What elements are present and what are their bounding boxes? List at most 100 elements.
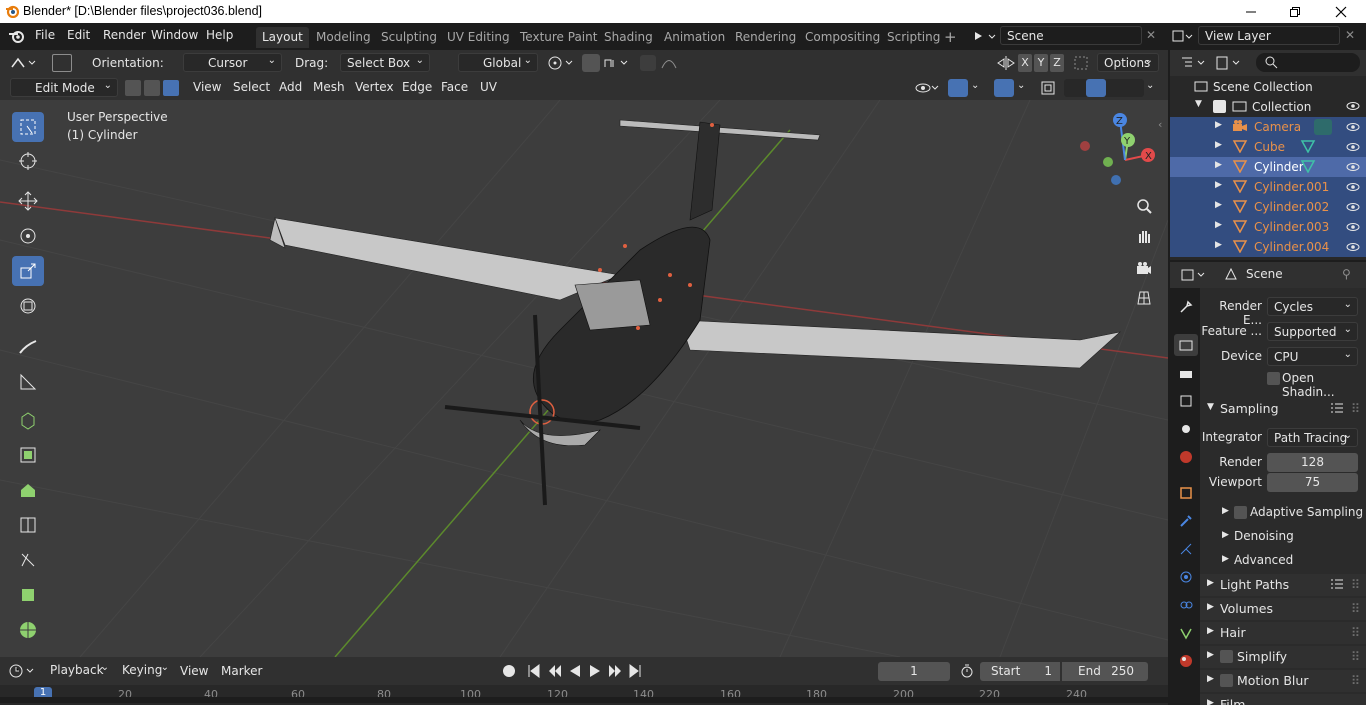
measure-tool-icon[interactable] xyxy=(12,367,44,397)
drag-handle-icon[interactable]: ⠿ xyxy=(1351,577,1360,592)
render-tab-icon[interactable] xyxy=(1174,334,1198,356)
expand-arrow-icon[interactable]: ▼ xyxy=(1195,99,1202,109)
menu-face[interactable]: Face xyxy=(436,78,473,97)
menu-file[interactable]: File xyxy=(35,28,55,42)
face-select-icon[interactable] xyxy=(163,80,179,96)
adaptive-sampling-subpanel[interactable]: ▶ Adaptive Sampling xyxy=(1200,502,1366,524)
active-tool-icon[interactable] xyxy=(52,54,72,72)
vertex-select-icon[interactable] xyxy=(125,80,141,96)
pan-hand-icon[interactable] xyxy=(1130,222,1158,250)
view-layer-tab-icon[interactable] xyxy=(1174,390,1198,412)
constraints-tab-icon[interactable] xyxy=(1174,594,1198,616)
expand-arrow-icon[interactable]: ▶ xyxy=(1215,140,1222,150)
render-engine-dropdown[interactable]: Cycles ⌄ xyxy=(1267,297,1358,316)
cursor-tool-icon[interactable] xyxy=(12,146,44,176)
tab-uv-editing[interactable]: UV Editing xyxy=(441,27,516,48)
scene-selector-icon[interactable] xyxy=(973,29,997,43)
material-tab-icon[interactable] xyxy=(1174,650,1198,672)
motion-blur-panel-header[interactable]: ▶ Motion Blur ⠿ xyxy=(1200,670,1366,692)
outliner-row-cylinder-003[interactable]: ▶ Cylinder.003 xyxy=(1170,217,1366,237)
menu-select[interactable]: Select xyxy=(228,78,275,97)
outliner-row-cylinder[interactable]: ▶ Cylinder xyxy=(1170,157,1366,177)
auto-merge-icon[interactable] xyxy=(1073,55,1089,71)
expand-arrow-icon[interactable]: ▶ xyxy=(1215,220,1222,230)
properties-editor-icon[interactable] xyxy=(1180,267,1208,283)
eye-icon[interactable] xyxy=(1346,160,1360,174)
simplify-checkbox[interactable] xyxy=(1220,650,1233,663)
solid-shading-icon[interactable] xyxy=(1086,79,1106,97)
eye-icon[interactable] xyxy=(1346,220,1360,234)
film-panel-header[interactable]: ▶ Film xyxy=(1200,694,1366,705)
maximize-button[interactable] xyxy=(1272,0,1318,23)
timeline-ruler[interactable]: 1 20 40 60 80 100 120 140 160 180 200 22… xyxy=(0,685,1168,705)
eye-icon[interactable] xyxy=(1346,240,1360,254)
scale-tool-icon[interactable] xyxy=(12,256,44,286)
outliner-row-scene-collection[interactable]: Scene Collection xyxy=(1170,77,1366,97)
outliner-row-cylinder-001[interactable]: ▶ Cylinder.001 xyxy=(1170,177,1366,197)
mesh-symmetry-icon[interactable] xyxy=(996,55,1016,71)
menu-edge[interactable]: Edge xyxy=(397,78,437,97)
menu-window[interactable]: Window xyxy=(151,28,198,42)
outliner-editor-icon[interactable] xyxy=(1180,55,1208,71)
expand-arrow-icon[interactable]: ▶ xyxy=(1215,180,1222,190)
presets-icon[interactable] xyxy=(1330,401,1344,415)
object-tab-icon[interactable] xyxy=(1174,482,1198,504)
chevron-down-icon[interactable]: ⌄ xyxy=(1017,80,1025,91)
pin-icon[interactable]: ⚲ xyxy=(1342,267,1351,281)
current-frame-field[interactable]: 1 xyxy=(878,662,950,681)
eye-icon[interactable] xyxy=(1346,99,1360,113)
timeline-editor-icon[interactable] xyxy=(8,663,38,679)
sidebar-toggle-icon[interactable]: ‹ xyxy=(1158,118,1162,131)
eye-icon[interactable] xyxy=(915,80,941,96)
play-icon[interactable] xyxy=(588,663,602,679)
mesh-data-icon[interactable] xyxy=(1300,139,1316,153)
3d-viewport[interactable]: User Perspective (1) Cylinder X Y Z ‹ xyxy=(0,100,1168,657)
denoising-subpanel[interactable]: ▶ Denoising xyxy=(1200,526,1366,548)
loop-cut-tool-icon[interactable] xyxy=(12,510,44,540)
mirror-z-toggle[interactable]: Z xyxy=(1050,54,1064,72)
motion-blur-checkbox[interactable] xyxy=(1220,674,1233,687)
drag-handle-icon[interactable]: ⠿ xyxy=(1351,649,1360,664)
snap-toggle-icon[interactable] xyxy=(582,54,600,72)
tab-modeling[interactable]: Modeling xyxy=(310,27,377,48)
poly-build-tool-icon[interactable] xyxy=(12,580,44,610)
navigation-gizmo[interactable]: X Y Z xyxy=(1075,110,1160,195)
add-cube-tool-icon[interactable] xyxy=(12,405,44,435)
editor-type-icon[interactable] xyxy=(10,55,38,71)
tab-texture-paint[interactable]: Texture Paint xyxy=(514,27,603,48)
world-tab-icon[interactable] xyxy=(1174,446,1198,468)
hair-panel-header[interactable]: ▶ Hair ⠿ xyxy=(1200,622,1366,644)
mirror-x-toggle[interactable]: X xyxy=(1018,54,1032,72)
open-shading-checkbox[interactable] xyxy=(1267,372,1280,385)
menu-help[interactable]: Help xyxy=(206,28,233,42)
feature-set-dropdown[interactable]: Supported ⌄ xyxy=(1267,322,1358,341)
jump-end-icon[interactable] xyxy=(628,663,642,679)
start-frame-field[interactable]: Start 1 xyxy=(980,662,1060,681)
close-button[interactable] xyxy=(1318,0,1364,23)
scene-tab-icon[interactable] xyxy=(1174,418,1198,440)
playback-menu[interactable]: Playback ⌄ xyxy=(44,661,114,680)
spin-tool-icon[interactable] xyxy=(12,615,44,645)
transform-tool-icon[interactable] xyxy=(12,291,44,321)
drag-handle-icon[interactable]: ⠿ xyxy=(1351,673,1360,688)
snap-target-icon[interactable] xyxy=(603,55,631,71)
chevron-down-icon[interactable]: ⌄ xyxy=(971,80,979,91)
data-tab-icon[interactable] xyxy=(1174,622,1198,644)
tab-rendering[interactable]: Rendering xyxy=(729,27,802,48)
expand-arrow-icon[interactable]: ▶ xyxy=(1215,240,1222,250)
keying-menu[interactable]: Keying ⌄ xyxy=(116,661,174,680)
gizmo-toggle-icon[interactable] xyxy=(948,79,968,97)
end-frame-field[interactable]: End 250 xyxy=(1062,662,1148,681)
proportional-edit-icon[interactable] xyxy=(640,55,656,71)
volumes-panel-header[interactable]: ▶ Volumes ⠿ xyxy=(1200,598,1366,620)
prev-keyframe-icon[interactable] xyxy=(547,663,563,679)
expand-arrow-icon[interactable]: ▶ xyxy=(1215,120,1222,130)
physics-tab-icon[interactable] xyxy=(1174,566,1198,588)
stopwatch-icon[interactable] xyxy=(960,664,974,678)
knife-tool-icon[interactable] xyxy=(12,545,44,575)
expand-arrow-icon[interactable]: ▶ xyxy=(1215,160,1222,170)
chevron-down-icon[interactable]: ⌄ xyxy=(1146,80,1154,91)
viewport-samples-field[interactable]: 75 xyxy=(1267,473,1358,492)
outliner-row-collection[interactable]: ▼ Collection xyxy=(1170,97,1366,117)
drag-dropdown[interactable]: Select Box ⌄ xyxy=(340,53,430,72)
